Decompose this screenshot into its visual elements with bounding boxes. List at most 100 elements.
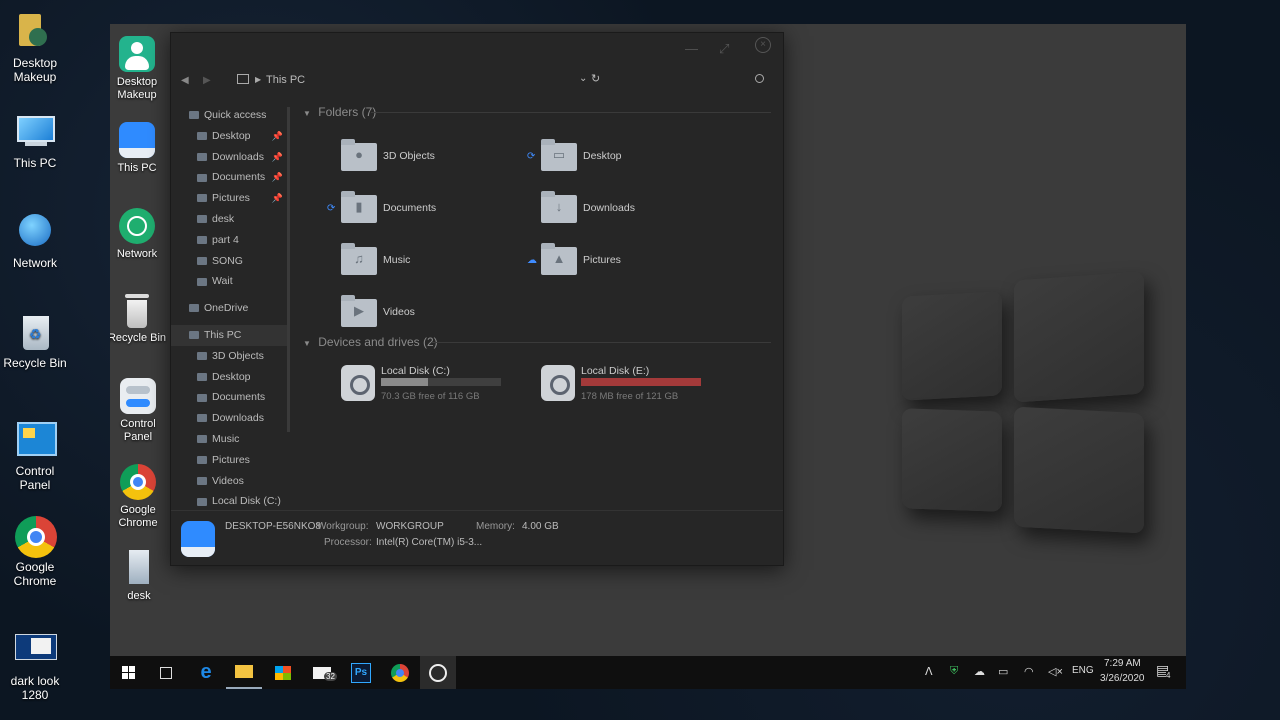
inner-desktop-icon-this-pc[interactable]: This PC bbox=[110, 122, 167, 175]
folder-icon bbox=[197, 236, 207, 244]
nav-quick-item[interactable]: SONG bbox=[171, 251, 287, 272]
folder-tile[interactable]: ↓ Downloads bbox=[541, 191, 691, 227]
drive-tile[interactable]: Local Disk (E:) 178 MB free of 121 GB bbox=[541, 365, 711, 405]
outer-desktop-icon-control-panel[interactable]: Control Panel bbox=[0, 420, 70, 492]
clock-date[interactable]: 3/26/2020 bbox=[1100, 673, 1145, 684]
nav-item-label: Videos bbox=[212, 474, 244, 487]
nav-quick-item[interactable]: Downloads 📌 bbox=[171, 147, 287, 168]
outer-desktop-icon-recycle-bin[interactable]: ♻ Recycle Bin bbox=[0, 312, 70, 370]
navigation-pane: Quick access Desktop 📌 Downloads 📌 Documents… bbox=[171, 105, 287, 511]
nav-item-label: Downloads bbox=[212, 150, 264, 163]
edge-icon[interactable]: e bbox=[188, 656, 224, 689]
content-pane: ▼ Folders (7) ● 3D Objects ⟳ ▭ Desktop ⟳ ▮ Docu… bbox=[291, 95, 783, 511]
nav-quick-item[interactable]: part 4 bbox=[171, 230, 287, 251]
nav-quick-item[interactable]: desk bbox=[171, 209, 287, 230]
address-bar: ◀ ▶ ▶ This PC ⌄ ↻ bbox=[171, 69, 783, 95]
language-indicator[interactable]: ENG bbox=[1072, 665, 1094, 676]
nav-pc-item[interactable]: 3D Objects bbox=[171, 346, 287, 367]
folder-tile[interactable]: ♫ Music bbox=[341, 243, 491, 279]
inner-desktop-icon-control-panel[interactable]: Control Panel bbox=[110, 378, 168, 444]
drives-group-header[interactable]: ▼ Devices and drives (2) bbox=[303, 335, 438, 349]
people-icon[interactable]: ☁ bbox=[974, 665, 985, 678]
volume-icon[interactable]: ◁× bbox=[1048, 665, 1063, 678]
minimize-button[interactable]: — bbox=[685, 41, 698, 56]
computer-icon bbox=[189, 331, 199, 340]
inner-desktop-icon-google-chrome[interactable]: Google Chrome bbox=[110, 464, 168, 530]
nav-item-label: Downloads bbox=[212, 412, 264, 425]
outer-desktop-icon-network[interactable]: Network bbox=[0, 212, 70, 270]
folders-group-header[interactable]: ▼ Folders (7) bbox=[303, 105, 376, 119]
app-icon[interactable] bbox=[420, 656, 456, 689]
inner-desktop-label: Recycle Bin bbox=[110, 332, 167, 344]
pin-icon: 📌 bbox=[271, 172, 283, 183]
nav-quick-item[interactable]: Desktop 📌 bbox=[171, 126, 287, 147]
tray-chevron-icon[interactable]: ᐱ bbox=[925, 665, 933, 678]
shield-icon[interactable]: ⛨ bbox=[950, 665, 958, 678]
wifi-icon[interactable]: ◠ bbox=[1024, 665, 1034, 678]
chrome-icon[interactable] bbox=[382, 656, 418, 689]
back-button[interactable]: ◀ bbox=[181, 75, 189, 86]
folder-tile[interactable]: ☁ ▲ Pictures bbox=[527, 243, 691, 279]
folder-icon bbox=[197, 351, 207, 360]
outer-desktop-icon-this-pc[interactable]: This PC bbox=[0, 112, 70, 170]
close-button[interactable]: × bbox=[755, 37, 771, 53]
nav-quick-item[interactable]: Pictures 📌 bbox=[171, 188, 287, 209]
folder-icon bbox=[197, 497, 207, 506]
breadcrumb[interactable]: This PC bbox=[266, 74, 305, 86]
outer-desktop-icon-google-chrome[interactable]: Google Chrome bbox=[0, 516, 70, 588]
folder-icon bbox=[197, 173, 207, 182]
nav-pc-item[interactable]: Music bbox=[171, 429, 287, 450]
folder-label: 3D Objects bbox=[383, 150, 435, 162]
inner-desktop-icon-desk[interactable]: desk bbox=[110, 550, 169, 603]
outer-desktop-label: Control Panel bbox=[15, 464, 55, 492]
drive-tile[interactable]: Local Disk (C:) 70.3 GB free of 116 GB bbox=[341, 365, 511, 405]
photoshop-icon[interactable]: Ps bbox=[343, 656, 379, 689]
maximize-button[interactable]: ⤢ bbox=[719, 41, 729, 57]
nav-pc-item[interactable]: Downloads bbox=[171, 408, 287, 429]
inner-desktop-icon-network[interactable]: Network bbox=[110, 208, 167, 261]
inner-desktop-icon-desktop-makeup[interactable]: Desktop Makeup bbox=[110, 36, 167, 102]
folder-glyph-icon: ↓ bbox=[555, 199, 563, 214]
nav-item-label: Wait bbox=[212, 275, 233, 288]
file-explorer-icon[interactable] bbox=[226, 656, 262, 689]
outer-desktop-icon-desktop-makeup[interactable]: Desktop Makeup bbox=[0, 12, 70, 84]
nav-quick-access[interactable]: Quick access bbox=[171, 105, 287, 126]
folder-tile[interactable]: ⟳ ▭ Desktop bbox=[527, 139, 691, 175]
nav-this-pc[interactable]: This PC bbox=[171, 324, 287, 346]
folder-tile[interactable]: ⟳ ▮ Documents bbox=[327, 191, 491, 227]
outer-desktop-icon-dark-look[interactable]: dark look 1280 bbox=[0, 630, 70, 702]
clock-time[interactable]: 7:29 AM bbox=[1104, 658, 1141, 669]
folder-tile[interactable]: ▶ Videos bbox=[341, 295, 491, 331]
store-icon[interactable] bbox=[265, 656, 301, 689]
toggle-icon bbox=[120, 378, 156, 414]
pin-icon: 📌 bbox=[271, 151, 283, 162]
hard-drive-icon bbox=[341, 365, 375, 401]
nav-pc-item[interactable]: Documents bbox=[171, 387, 287, 408]
folder-icon bbox=[197, 393, 207, 402]
nav-quick-item[interactable]: Documents 📌 bbox=[171, 167, 287, 188]
refresh-icon[interactable]: ↻ bbox=[591, 72, 600, 85]
network-globe-icon bbox=[15, 212, 55, 252]
nav-item-label: desk bbox=[212, 212, 235, 225]
nav-pc-item[interactable]: Pictures bbox=[171, 450, 287, 471]
battery-icon[interactable]: ▭ bbox=[998, 665, 1008, 678]
windows-start-icon[interactable] bbox=[110, 656, 146, 689]
task-view-icon[interactable] bbox=[148, 656, 184, 689]
nav-scrollbar[interactable] bbox=[287, 107, 290, 432]
nav-item-label: Documents bbox=[212, 391, 266, 404]
drive-usage-fill bbox=[581, 378, 701, 386]
inner-desktop-icon-recycle-bin[interactable]: Recycle Bin bbox=[110, 292, 167, 345]
folder-icon bbox=[197, 455, 207, 464]
folder-icon bbox=[197, 372, 207, 381]
drive-name: Local Disk (E:) bbox=[581, 365, 650, 377]
nav-pc-item[interactable]: Videos bbox=[171, 471, 287, 492]
nav-onedrive[interactable]: OneDrive bbox=[171, 298, 287, 319]
mail-icon[interactable]: 32 bbox=[304, 656, 340, 689]
address-dropdown-icon[interactable]: ⌄ bbox=[579, 73, 587, 84]
search-icon[interactable] bbox=[755, 74, 764, 83]
nav-quick-item[interactable]: Wait bbox=[171, 271, 287, 292]
folder-tile[interactable]: ● 3D Objects bbox=[341, 139, 491, 175]
forward-button[interactable]: ▶ bbox=[203, 75, 211, 86]
nav-pc-item[interactable]: Desktop bbox=[171, 367, 287, 388]
nav-item-label: part 4 bbox=[212, 233, 239, 246]
